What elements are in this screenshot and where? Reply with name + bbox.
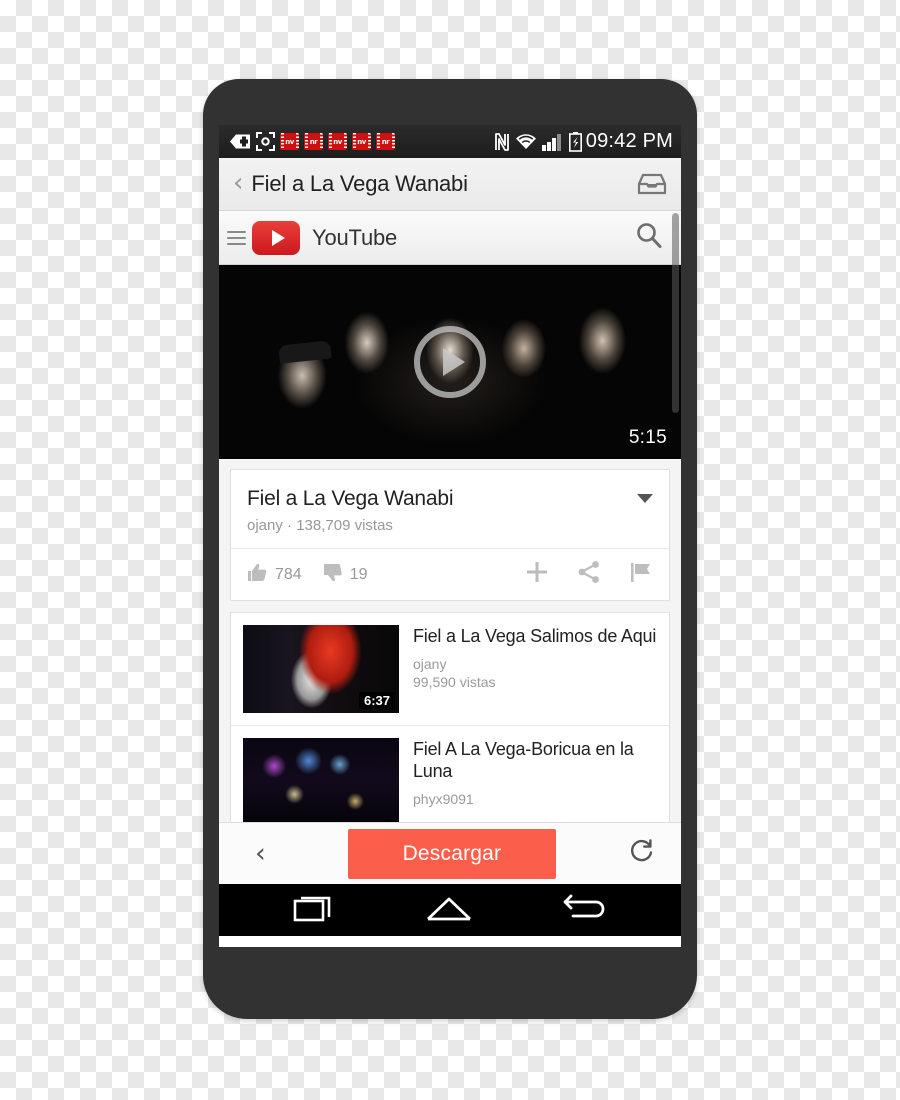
android-status-bar: nv nr nv nv nr 09:42 PM — [219, 125, 681, 158]
android-nav-bar — [219, 884, 681, 936]
video-meta: ojany · 138,709 vistas — [231, 511, 669, 548]
dislike-button[interactable]: 19 — [322, 563, 368, 587]
download-toolbar: ‹ Descargar — [219, 822, 681, 884]
app-title-bar: ‹ Fiel a La Vega Wanabi — [219, 158, 681, 211]
related-videos-list: 6:37 Fiel a La Vega Salimos de Aqui ojan… — [230, 612, 670, 822]
movie-badge-label: nv — [285, 137, 294, 146]
video-title-row: Fiel a La Vega Wanabi — [231, 470, 669, 511]
thumbs-up-icon — [247, 563, 267, 587]
movie-badge-2: nr — [304, 133, 323, 150]
related-text: Fiel a La Vega Salimos de Aqui ojany 99,… — [413, 625, 657, 713]
meta-separator: · — [287, 517, 293, 535]
flag-icon[interactable] — [629, 560, 653, 589]
recents-icon[interactable] — [292, 892, 338, 929]
download-button[interactable]: Descargar — [347, 828, 556, 879]
phone-device-frame: nv nr nv nv nr 09:42 PM ‹ Fiel a La Vega… — [203, 79, 697, 1019]
dislike-count: 19 — [349, 565, 368, 583]
video-title: Fiel a La Vega Wanabi — [247, 487, 454, 510]
related-duration: 6:37 — [358, 692, 395, 710]
search-icon[interactable] — [635, 221, 663, 254]
movie-badge-label: nr — [381, 137, 390, 146]
movie-badge-label: nv — [333, 137, 342, 146]
related-duration — [385, 820, 395, 822]
play-circle-icon[interactable] — [414, 326, 486, 398]
youtube-brand-label: YouTube — [312, 224, 398, 250]
related-channel: ojany — [413, 656, 447, 673]
thumbs-down-icon — [322, 563, 342, 587]
movie-badge-label: nr — [309, 137, 318, 146]
status-bar-left-icons: nv nr nv nv nr — [229, 132, 395, 151]
movie-badge-4: nv — [352, 133, 371, 150]
like-count: 784 — [275, 565, 302, 583]
related-title: Fiel a La Vega Salimos de Aqui — [413, 626, 657, 647]
status-bar-right-icons — [494, 131, 582, 152]
related-text: Fiel A La Vega-Boricua en la Luna phyx90… — [413, 738, 657, 822]
back-tag-icon — [229, 133, 251, 150]
phone-screen: nv nr nv nv nr 09:42 PM ‹ Fiel a La Vega… — [219, 125, 681, 947]
nfc-icon — [494, 132, 510, 152]
chevron-down-icon[interactable] — [637, 494, 653, 503]
movie-badge-1: nv — [280, 133, 299, 150]
video-info-card: Fiel a La Vega Wanabi ojany · 138,709 vi… — [230, 469, 670, 602]
related-title: Fiel A La Vega-Boricua en la Luna — [413, 739, 634, 782]
inbox-tray-icon[interactable] — [637, 172, 667, 196]
battery-charging-icon — [568, 131, 582, 152]
related-views: 99,590 vistas — [413, 674, 496, 691]
video-player[interactable]: 5:15 — [219, 265, 681, 459]
share-icon[interactable] — [577, 560, 601, 589]
movie-badge-3: nv — [328, 133, 347, 150]
webview-content[interactable]: YouTube 5:15 Fiel a La Vega Wanabi ojany — [219, 211, 681, 822]
video-secondary-actions — [525, 560, 653, 589]
back-arrow-icon[interactable] — [560, 892, 608, 929]
youtube-header: YouTube — [219, 211, 681, 265]
related-channel: phyx9091 — [413, 791, 474, 808]
related-thumbnail: 6:37 — [243, 625, 399, 714]
page-scrollbar[interactable] — [672, 213, 679, 413]
list-item[interactable]: Fiel A La Vega-Boricua en la Luna phyx90… — [231, 726, 669, 822]
app-back-button[interactable]: ‹ — [229, 170, 251, 199]
screenshot-focus-icon — [256, 132, 275, 151]
status-bar-clock: 09:42 PM — [585, 130, 673, 152]
video-action-row: 784 19 — [231, 548, 669, 600]
plus-icon[interactable] — [525, 560, 549, 589]
movie-badge-label: nv — [357, 137, 366, 146]
video-views: 138,709 vistas — [296, 517, 393, 535]
video-duration: 5:15 — [628, 427, 667, 448]
wifi-icon — [515, 133, 537, 150]
signal-icon — [541, 133, 564, 151]
hamburger-menu-icon[interactable] — [227, 230, 252, 245]
home-icon[interactable] — [425, 892, 473, 929]
video-channel[interactable]: ojany — [247, 517, 283, 534]
page-title: Fiel a La Vega Wanabi — [251, 171, 468, 196]
browser-back-button[interactable]: ‹ — [245, 840, 276, 867]
reload-icon[interactable] — [628, 838, 655, 870]
youtube-logo-icon[interactable] — [252, 220, 300, 255]
like-button[interactable]: 784 — [247, 563, 302, 587]
list-item[interactable]: 6:37 Fiel a La Vega Salimos de Aqui ojan… — [231, 613, 669, 727]
movie-badge-5: nr — [376, 133, 395, 150]
related-thumbnail — [243, 738, 399, 822]
